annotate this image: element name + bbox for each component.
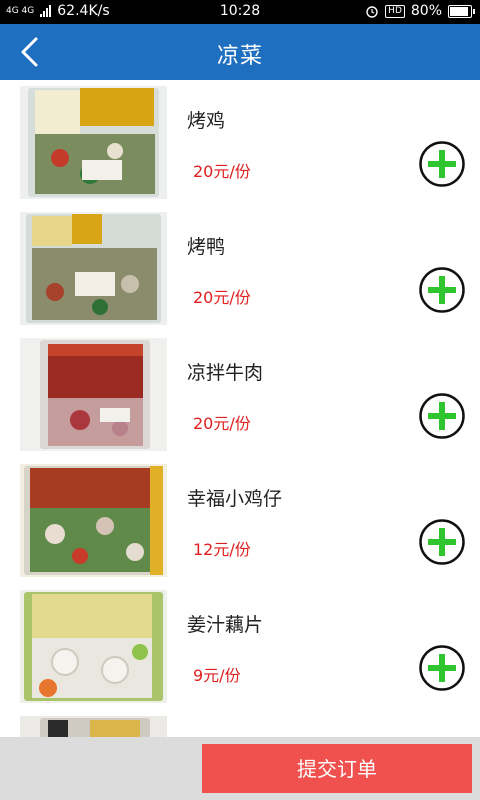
packaged-roast-chicken-photo — [20, 86, 167, 199]
battery-fill — [450, 6, 468, 16]
battery-icon — [448, 4, 475, 18]
list-item: 凉拌牛肉 20元/份 — [0, 332, 480, 459]
item-price: 20元/份 — [193, 162, 251, 181]
alarm-icon — [366, 6, 378, 18]
item-price: 12元/份 — [193, 540, 251, 559]
list-item: 幸福小鸡仔 12元/份 — [0, 458, 480, 585]
plus-circle-icon[interactable] — [418, 140, 466, 188]
list-item: 姜汁藕片 9元/份 — [0, 584, 480, 711]
packaged-dish-photo — [20, 716, 167, 737]
plus-circle-icon[interactable] — [418, 518, 466, 566]
submit-order-button[interactable]: 提交订单 — [202, 744, 472, 793]
plus-circle-icon[interactable] — [418, 644, 466, 692]
item-name: 烤鸡 — [187, 110, 226, 132]
list-item — [0, 710, 480, 737]
item-name: 姜汁藕片 — [187, 614, 264, 636]
item-price: 9元/份 — [193, 666, 241, 685]
plus-circle-icon[interactable] — [418, 266, 466, 314]
bottom-bar: 提交订单 — [0, 737, 480, 800]
list-item: 烤鸭 20元/份 — [0, 206, 480, 333]
list-item: 烤鸡 20元/份 — [0, 80, 480, 207]
item-price: 20元/份 — [193, 288, 251, 307]
packaged-lotus-root-photo — [20, 590, 167, 703]
item-name: 凉拌牛肉 — [187, 362, 264, 384]
packaged-cold-beef-photo — [20, 338, 167, 451]
item-price: 20元/份 — [193, 414, 251, 433]
product-list[interactable]: 烤鸡 20元/份 烤鸭 20元/份 凉拌牛肉 20元/份 幸福小鸡仔 12元/份… — [0, 80, 480, 737]
app-header: 凉菜 — [0, 24, 480, 80]
packaged-roast-duck-photo — [20, 212, 167, 325]
item-name: 幸福小鸡仔 — [187, 488, 283, 510]
item-name: 烤鸭 — [187, 236, 226, 258]
status-bar: 4G 4G 62.4K/s 10:28 HD 80% — [0, 0, 480, 24]
page-title: 凉菜 — [216, 44, 263, 69]
plus-circle-icon[interactable] — [418, 392, 466, 440]
hd-badge: HD — [385, 4, 405, 18]
status-right: HD 80% — [365, 3, 475, 19]
packaged-chicken-photo — [20, 464, 167, 577]
battery-percent: 80% — [410, 3, 442, 19]
